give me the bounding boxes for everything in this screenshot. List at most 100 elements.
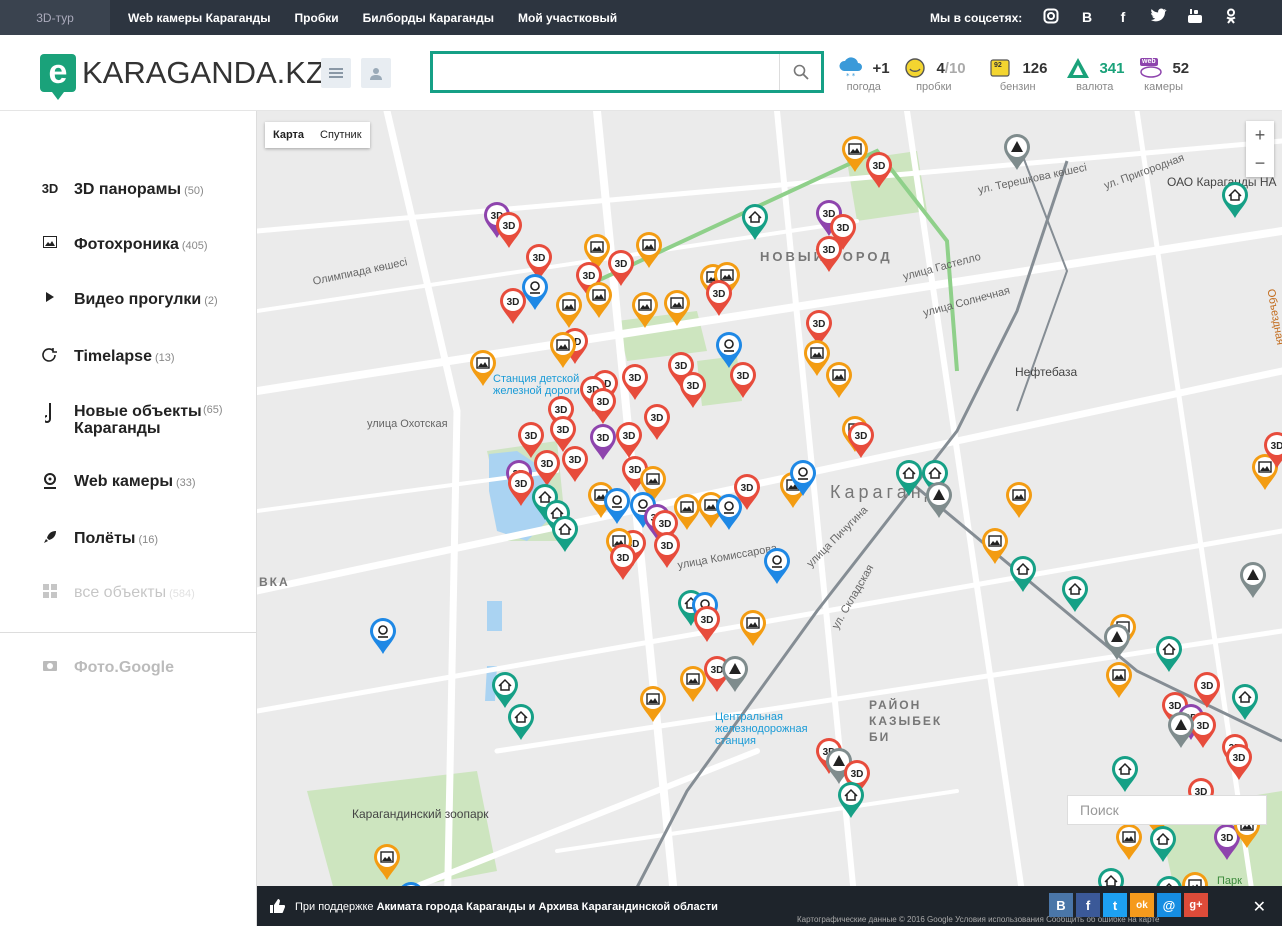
share-ok-button[interactable]: ok xyxy=(1130,893,1154,917)
map-marker[interactable]: 3D xyxy=(614,421,644,459)
zoom-out-button[interactable]: − xyxy=(1246,149,1274,177)
sidebar-item-photos[interactable]: Фотохроника (405) xyxy=(40,236,208,255)
svg-text:3D: 3D xyxy=(813,319,826,330)
instagram-icon[interactable] xyxy=(1042,8,1060,26)
zoom-in-button[interactable]: + xyxy=(1246,121,1274,149)
share-gplus-button[interactable]: g+ xyxy=(1184,893,1208,917)
search-input[interactable] xyxy=(433,54,778,90)
map-marker[interactable] xyxy=(980,527,1010,565)
sidebar-item-flights[interactable]: Полёты (16) xyxy=(40,530,158,549)
share-twitter-button[interactable]: t xyxy=(1103,893,1127,917)
map-search-input[interactable]: Поиск xyxy=(1067,795,1267,825)
map-marker[interactable]: 3D xyxy=(560,445,590,483)
map-marker[interactable] xyxy=(1110,755,1140,793)
map-marker[interactable]: 3D xyxy=(652,531,682,569)
map-marker[interactable]: 3D xyxy=(728,361,758,399)
map-marker[interactable]: 3D xyxy=(692,605,722,643)
map-marker[interactable] xyxy=(662,289,692,327)
site-logo[interactable]: e KARAGANDA.KZ xyxy=(40,54,325,100)
map-marker[interactable]: 3D xyxy=(1224,743,1254,781)
facebook-icon[interactable]: f xyxy=(1114,8,1132,26)
nav-district-officer[interactable]: Мой участковый xyxy=(518,11,617,25)
map-marker[interactable] xyxy=(762,547,792,585)
map-marker[interactable]: 3D xyxy=(642,403,672,441)
map-marker[interactable]: 3D xyxy=(608,543,638,581)
sidebar-item-all[interactable]: все объекты (584) xyxy=(40,584,195,603)
map-marker[interactable] xyxy=(550,515,580,553)
nav-webcams[interactable]: Web камеры Караганды xyxy=(128,11,271,25)
map-marker[interactable]: 3D xyxy=(1262,431,1282,469)
map-marker[interactable] xyxy=(372,843,402,881)
sidebar-google-photo[interactable]: Фото.Google xyxy=(40,659,174,676)
ok-icon[interactable] xyxy=(1222,8,1240,26)
map-marker[interactable]: 3D xyxy=(704,279,734,317)
user-button[interactable] xyxy=(361,58,391,88)
map-marker[interactable] xyxy=(1220,181,1250,219)
map-marker[interactable] xyxy=(1154,635,1184,673)
map-marker[interactable] xyxy=(1166,711,1196,749)
weather-widget[interactable]: * * +1 погода xyxy=(838,57,890,93)
svg-text:3D: 3D xyxy=(1271,441,1282,452)
close-button[interactable]: ✕ xyxy=(1253,897,1266,917)
map-marker[interactable] xyxy=(548,331,578,369)
search-button[interactable] xyxy=(779,54,821,90)
map-marker[interactable] xyxy=(1114,823,1144,861)
nav-billboards[interactable]: Билборды Караганды xyxy=(363,11,494,25)
map-marker[interactable] xyxy=(1230,683,1260,721)
map-marker[interactable] xyxy=(738,609,768,647)
share-facebook-button[interactable]: f xyxy=(1076,893,1100,917)
map-marker[interactable] xyxy=(520,273,550,311)
map-marker[interactable] xyxy=(1104,661,1134,699)
map-marker[interactable] xyxy=(468,349,498,387)
map-marker[interactable] xyxy=(554,291,584,329)
map-marker[interactable] xyxy=(1004,481,1034,519)
map-marker[interactable] xyxy=(506,703,536,741)
map-marker[interactable] xyxy=(1002,133,1032,171)
map-marker[interactable] xyxy=(1148,825,1178,863)
map-marker[interactable] xyxy=(1060,575,1090,613)
map-marker[interactable] xyxy=(836,781,866,819)
webcams-widget[interactable]: web 52 камеры xyxy=(1138,57,1189,93)
fuel-widget[interactable]: 92 126 бензин xyxy=(988,57,1047,93)
map-marker[interactable] xyxy=(638,685,668,723)
sidebar-item-new-objects[interactable]: Новые объекты Караганды (65) xyxy=(40,403,240,437)
youtube-icon[interactable] xyxy=(1186,8,1204,26)
map-marker[interactable]: 3D xyxy=(732,473,762,511)
map-marker[interactable] xyxy=(1102,623,1132,661)
currency-widget[interactable]: 341 валюта xyxy=(1065,57,1124,93)
map-marker[interactable]: 3D xyxy=(864,151,894,189)
map-marker[interactable] xyxy=(1238,561,1268,599)
map-marker[interactable]: 3D xyxy=(620,363,650,401)
map-marker[interactable] xyxy=(630,291,660,329)
map-marker[interactable] xyxy=(720,655,750,693)
map-marker[interactable] xyxy=(1008,555,1038,593)
map-type-map[interactable]: Карта xyxy=(265,122,312,148)
map-marker[interactable]: 3D xyxy=(532,449,562,487)
vk-icon[interactable]: В xyxy=(1078,8,1096,26)
share-mail-button[interactable]: @ xyxy=(1157,893,1181,917)
traffic-widget[interactable]: 4/10 пробки xyxy=(902,57,966,93)
menu-button[interactable] xyxy=(321,58,351,88)
map-marker[interactable]: 3D xyxy=(494,211,524,249)
map-type-satellite[interactable]: Спутник xyxy=(312,122,369,148)
sidebar-item-3d[interactable]: 3D 3D панорамы (50) xyxy=(40,181,204,200)
sidebar-item-videos[interactable]: Видео прогулки (2) xyxy=(40,291,218,310)
map-marker[interactable]: 3D xyxy=(678,371,708,409)
map-marker[interactable]: 3D xyxy=(588,387,618,425)
map-marker[interactable] xyxy=(824,361,854,399)
share-vk-button[interactable]: В xyxy=(1049,893,1073,917)
tour-link[interactable]: 3D-тур xyxy=(0,0,110,35)
map-marker[interactable] xyxy=(584,281,614,319)
map-marker[interactable] xyxy=(634,231,664,269)
nav-traffic[interactable]: Пробки xyxy=(295,11,339,25)
twitter-icon[interactable] xyxy=(1150,8,1168,26)
map-marker[interactable] xyxy=(924,481,954,519)
sidebar-item-webcams[interactable]: Web камеры (33) xyxy=(40,473,196,492)
map-marker[interactable]: 3D xyxy=(846,421,876,459)
map-marker[interactable] xyxy=(740,203,770,241)
map-marker[interactable] xyxy=(788,459,818,497)
map-marker[interactable]: 3D xyxy=(814,235,844,273)
map[interactable]: Карта Спутник + − НОВЫЙ ГОРОД Караганда … xyxy=(257,111,1282,926)
sidebar-item-timelapse[interactable]: Timelapse (13) xyxy=(40,348,175,367)
map-marker[interactable] xyxy=(368,617,398,655)
